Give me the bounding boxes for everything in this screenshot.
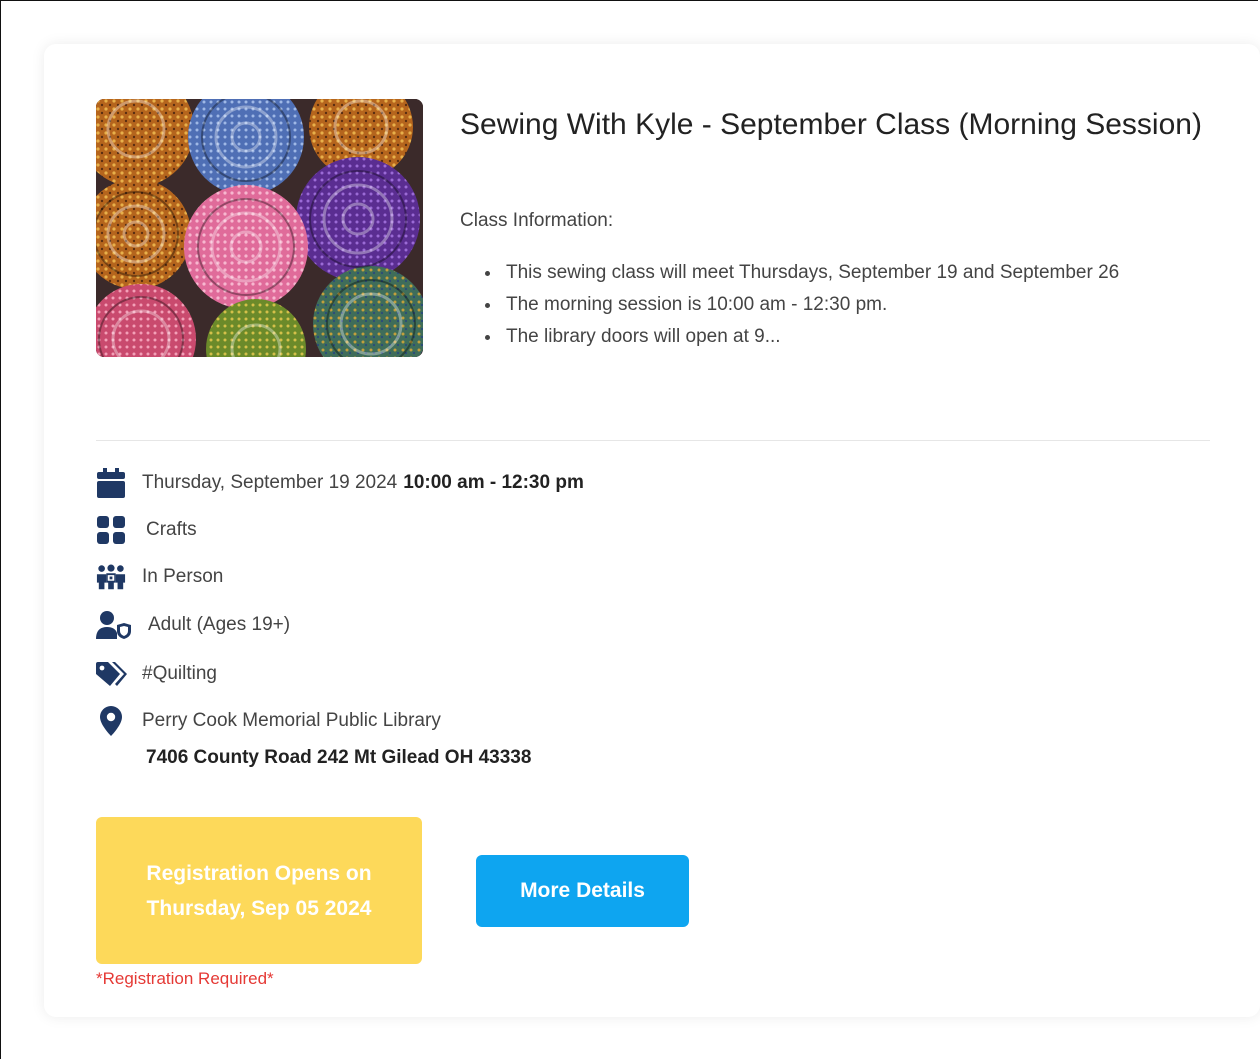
class-info-item: The morning session is 10:00 am - 12:30 … (502, 289, 1222, 321)
calendar-icon (96, 468, 126, 498)
event-audience-row: Adult (Ages 19+) (96, 610, 290, 640)
event-format: In Person (142, 566, 224, 587)
class-info-list: This sewing class will meet Thursdays, S… (460, 257, 1222, 353)
event-title[interactable]: Sewing With Kyle - September Class (Morn… (460, 102, 1220, 147)
people-group-icon (96, 562, 126, 592)
event-image[interactable] (96, 99, 423, 357)
class-info-item: The library doors will open at 9... (502, 321, 1222, 353)
more-details-button[interactable]: More Details (476, 855, 689, 927)
event-location-row: Perry Cook Memorial Public Library (96, 706, 441, 736)
fabric-rolls-image (96, 99, 423, 357)
registration-required-note: *Registration Required* (96, 969, 274, 988)
category-grid-icon (96, 515, 126, 545)
event-category: Crafts (146, 519, 197, 540)
class-info-item: This sewing class will meet Thursdays, S… (502, 257, 1222, 289)
event-card: Sewing With Kyle - September Class (Morn… (44, 44, 1260, 1017)
class-info-label: Class Information: (460, 210, 614, 231)
tags-icon (96, 659, 130, 689)
event-audience: Adult (Ages 19+) (148, 614, 291, 635)
user-shield-icon (96, 610, 132, 640)
event-category-row: Crafts (96, 515, 197, 545)
event-tag-row: #Quilting (96, 659, 217, 689)
event-date-row: Thursday, September 19 2024 10:00 am - 1… (96, 468, 584, 498)
event-tag[interactable]: #Quilting (142, 663, 217, 685)
section-divider (96, 440, 1210, 441)
event-location-address: 7406 County Road 242 Mt Gilead OH 43338 (146, 747, 532, 768)
registration-status-box: Registration Opens on Thursday, Sep 05 2… (96, 817, 422, 964)
map-marker-icon (96, 706, 126, 736)
event-location-name: Perry Cook Memorial Public Library (142, 710, 441, 731)
event-format-row: In Person (96, 562, 223, 592)
registration-status-text: Registration Opens on Thursday, Sep 05 2… (146, 861, 372, 920)
event-date: Thursday, September 19 2024 (142, 472, 398, 493)
event-time: 10:00 am - 12:30 pm (403, 472, 584, 493)
